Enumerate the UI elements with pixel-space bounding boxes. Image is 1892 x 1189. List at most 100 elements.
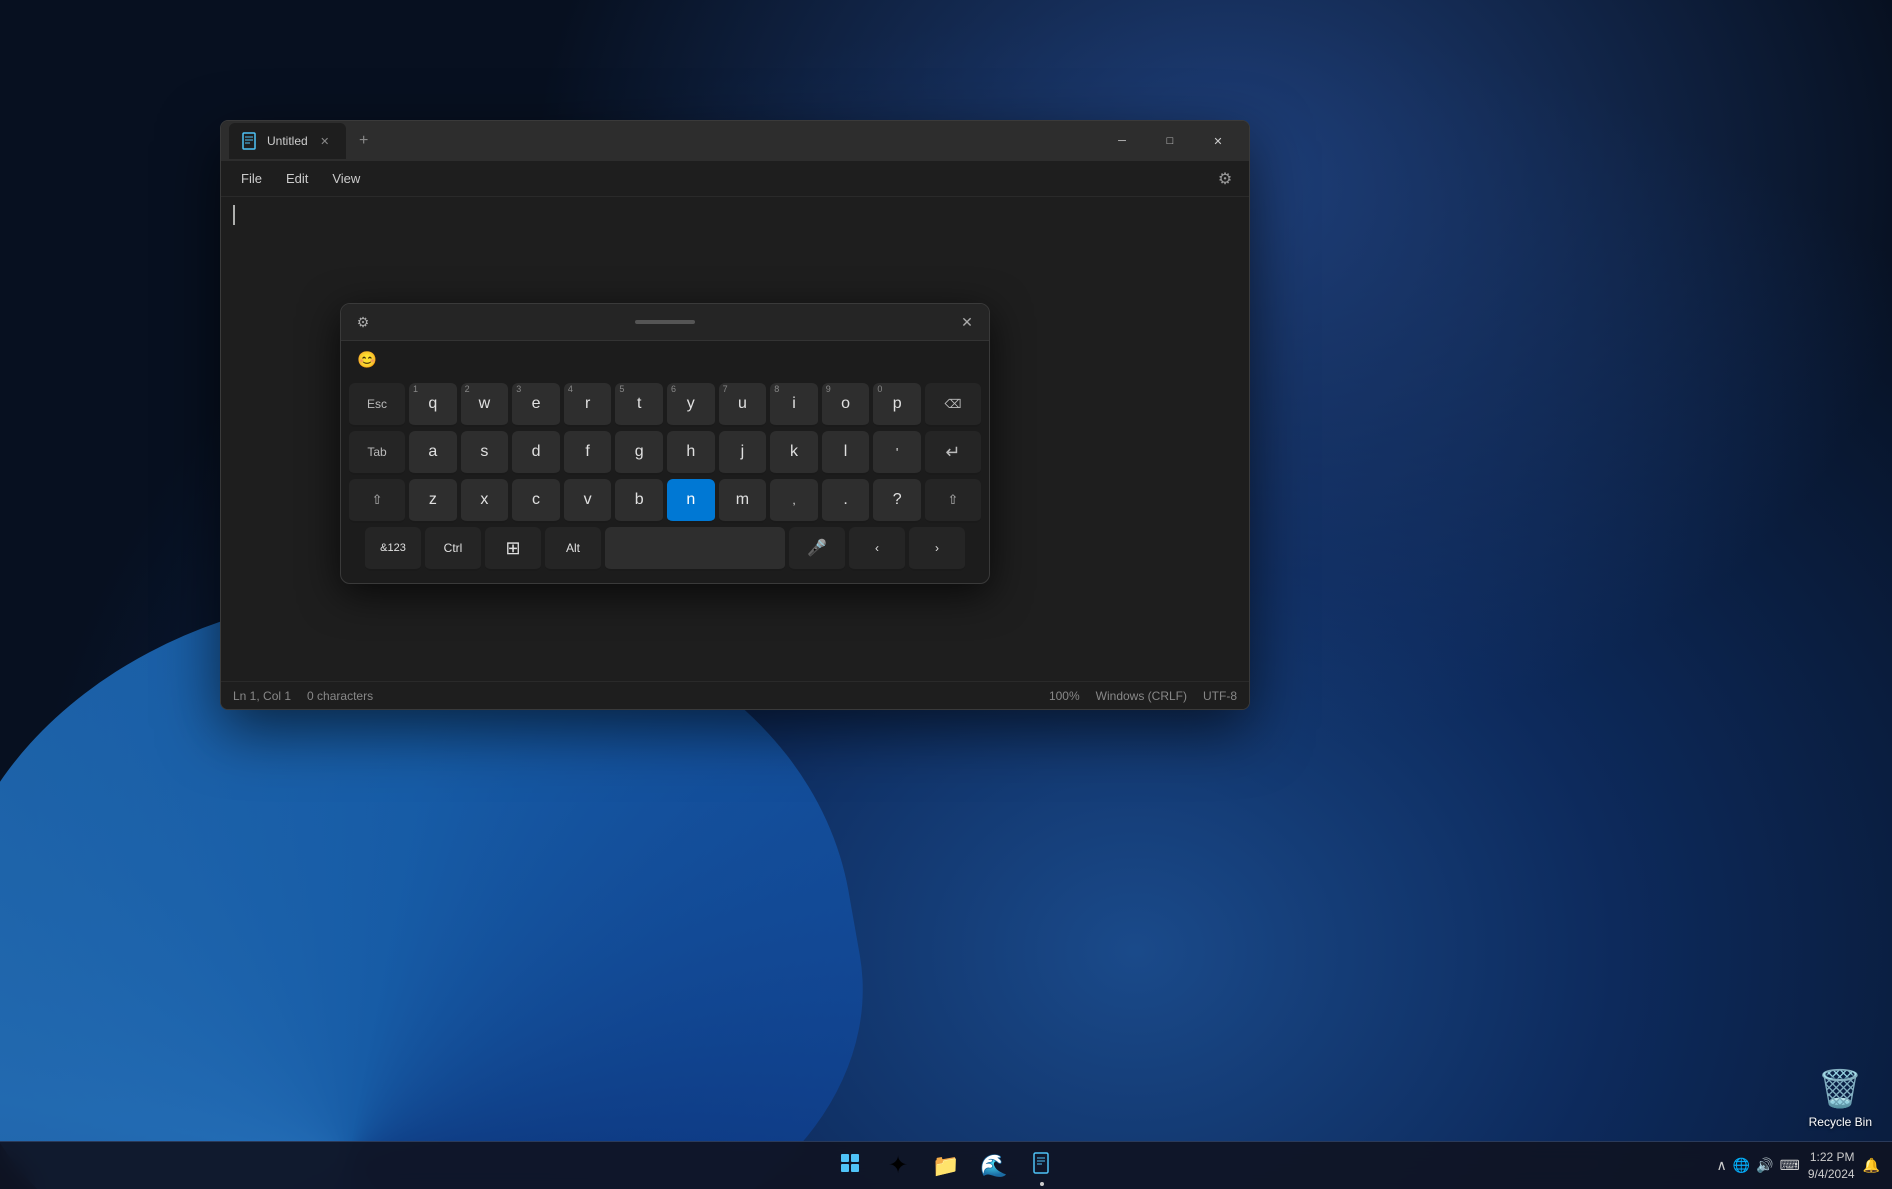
edge-icon: 🌊 <box>980 1153 1007 1179</box>
key-q[interactable]: 1q <box>409 383 457 427</box>
key-tab[interactable]: Tab <box>349 431 405 475</box>
text-cursor <box>233 205 235 225</box>
key-shift-left[interactable]: ⇧ <box>349 479 405 523</box>
tray-chevron[interactable]: ∧ <box>1717 1157 1727 1174</box>
key-shift-right[interactable]: ⇧ <box>925 479 981 523</box>
key-l[interactable]: l <box>822 431 870 475</box>
encoding: UTF-8 <box>1203 689 1237 703</box>
key-c[interactable]: c <box>512 479 560 523</box>
key-e[interactable]: 3e <box>512 383 560 427</box>
tab-area: Untitled ✕ + <box>229 123 1099 159</box>
new-tab-button[interactable]: + <box>350 127 378 155</box>
tab-close-button[interactable]: ✕ <box>316 132 334 150</box>
clock-date: 9/4/2024 <box>1808 1166 1855 1183</box>
key-g[interactable]: g <box>615 431 663 475</box>
key-row-2: Tab a s d f g h j k l ' ↵ <box>349 431 981 475</box>
recycle-bin[interactable]: 🗑️ Recycle Bin <box>1809 1067 1872 1129</box>
key-windows[interactable]: ⊞ <box>485 527 541 571</box>
key-alt[interactable]: Alt <box>545 527 601 571</box>
settings-button[interactable]: ⚙ <box>1209 163 1241 195</box>
notepad-tab-icon <box>241 132 259 150</box>
tray-speaker[interactable]: 🔊 <box>1756 1157 1773 1174</box>
cursor-position: Ln 1, Col 1 <box>233 689 291 703</box>
key-backspace[interactable]: ⌫ <box>925 383 981 427</box>
recycle-bin-icon: 🗑️ <box>1818 1067 1862 1111</box>
key-esc[interactable]: Esc <box>349 383 405 427</box>
emoji-button[interactable]: 😊 <box>349 345 385 375</box>
keyboard-settings-button[interactable]: ⚙ <box>351 310 375 334</box>
close-button[interactable]: ✕ <box>1195 125 1241 157</box>
clock-area[interactable]: 1:22 PM 9/4/2024 <box>1808 1149 1855 1183</box>
key-o[interactable]: 9o <box>822 383 870 427</box>
recycle-bin-label: Recycle Bin <box>1809 1115 1872 1129</box>
key-enter[interactable]: ↵ <box>925 431 981 475</box>
key-question[interactable]: ? <box>873 479 921 523</box>
key-y[interactable]: 6y <box>667 383 715 427</box>
key-mic[interactable]: 🎤 <box>789 527 845 571</box>
key-n[interactable]: n <box>667 479 715 523</box>
system-tray: ∧ 🌐 🔊 ⌨ <box>1717 1157 1800 1174</box>
edit-menu[interactable]: Edit <box>274 167 320 190</box>
key-arrow-left[interactable]: ‹ <box>849 527 905 571</box>
keyboard-close-button[interactable]: ✕ <box>955 310 979 334</box>
key-x[interactable]: x <box>461 479 509 523</box>
key-comma[interactable]: , <box>770 479 818 523</box>
key-s[interactable]: s <box>461 431 509 475</box>
taskbar-copilot-button[interactable]: ✦ <box>876 1144 920 1188</box>
key-j[interactable]: j <box>719 431 767 475</box>
key-d[interactable]: d <box>512 431 560 475</box>
key-symbols[interactable]: &123 <box>365 527 421 571</box>
taskbar-center: ✦ 📁 🌊 <box>828 1144 1064 1188</box>
key-row-1: Esc 1q 2w 3e 4r 5t 6y 7u 8i 9o 0p ⌫ <box>349 383 981 427</box>
notification-button[interactable]: 🔔 <box>1863 1157 1880 1174</box>
char-count: 0 characters <box>307 689 373 703</box>
taskbar-edge-button[interactable]: 🌊 <box>972 1144 1016 1188</box>
key-apostrophe[interactable]: ' <box>873 431 921 475</box>
cursor-line <box>233 205 1237 225</box>
key-f[interactable]: f <box>564 431 612 475</box>
notepad-tab[interactable]: Untitled ✕ <box>229 123 346 159</box>
key-h[interactable]: h <box>667 431 715 475</box>
copilot-icon: ✦ <box>888 1151 908 1180</box>
clock-time: 1:22 PM <box>1808 1149 1855 1166</box>
taskbar-notepad-button[interactable] <box>1020 1144 1064 1188</box>
key-row-4: &123 Ctrl ⊞ Alt 🎤 ‹ › <box>349 527 981 571</box>
tray-network[interactable]: 🌐 <box>1733 1157 1750 1174</box>
touch-keyboard: ⚙ ✕ 😊 Esc 1q 2w 3e 4r 5t 6y 7u 8i 9o 0p … <box>340 303 990 584</box>
taskbar: ✦ 📁 🌊 ∧ 🌐 🔊 ⌨ <box>0 1141 1892 1189</box>
key-arrow-right[interactable]: › <box>909 527 965 571</box>
status-bar: Ln 1, Col 1 0 characters 100% Windows (C… <box>221 681 1249 709</box>
key-t[interactable]: 5t <box>615 383 663 427</box>
key-r[interactable]: 4r <box>564 383 612 427</box>
key-k[interactable]: k <box>770 431 818 475</box>
key-space[interactable] <box>605 527 785 571</box>
start-icon <box>838 1151 862 1181</box>
view-menu[interactable]: View <box>320 167 372 190</box>
minimize-button[interactable]: ─ <box>1099 125 1145 157</box>
key-v[interactable]: v <box>564 479 612 523</box>
key-a[interactable]: a <box>409 431 457 475</box>
key-ctrl[interactable]: Ctrl <box>425 527 481 571</box>
window-controls: ─ □ ✕ <box>1099 125 1241 157</box>
maximize-button[interactable]: □ <box>1147 125 1193 157</box>
key-i[interactable]: 8i <box>770 383 818 427</box>
tab-title: Untitled <box>267 134 308 148</box>
zoom-level: 100% <box>1049 689 1080 703</box>
tray-keyboard[interactable]: ⌨ <box>1780 1157 1800 1174</box>
keyboard-drag-handle[interactable] <box>635 320 695 324</box>
key-m[interactable]: m <box>719 479 767 523</box>
taskbar-files-button[interactable]: 📁 <box>924 1144 968 1188</box>
file-menu[interactable]: File <box>229 167 274 190</box>
menu-bar: File Edit View ⚙ <box>221 161 1249 197</box>
keyboard-keys: Esc 1q 2w 3e 4r 5t 6y 7u 8i 9o 0p ⌫ Tab … <box>341 379 989 583</box>
key-z[interactable]: z <box>409 479 457 523</box>
taskbar-right: ∧ 🌐 🔊 ⌨ 1:22 PM 9/4/2024 🔔 <box>1717 1149 1881 1183</box>
key-period[interactable]: . <box>822 479 870 523</box>
key-u[interactable]: 7u <box>719 383 767 427</box>
key-w[interactable]: 2w <box>461 383 509 427</box>
key-p[interactable]: 0p <box>873 383 921 427</box>
key-row-3: ⇧ z x c v b n m , . ? ⇧ <box>349 479 981 523</box>
files-icon: 📁 <box>932 1153 959 1179</box>
taskbar-start-button[interactable] <box>828 1144 872 1188</box>
key-b[interactable]: b <box>615 479 663 523</box>
